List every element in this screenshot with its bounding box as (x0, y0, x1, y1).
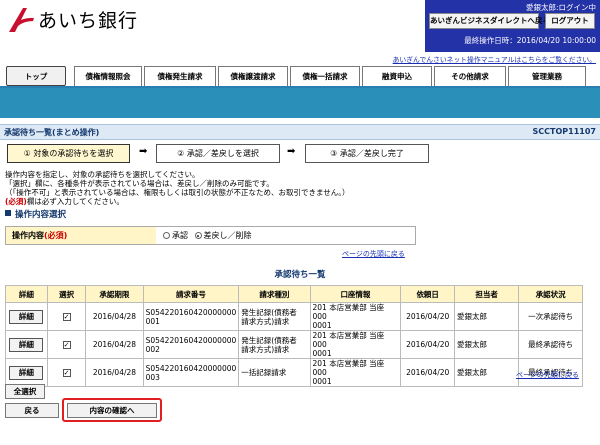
login-user: 愛銀太郎:ログイン中 (525, 3, 596, 12)
confirm-content-button[interactable]: 内容の確認へ (67, 403, 157, 418)
instruction-line: （「操作不可」と表示されている場合は、権限もしくは取引の状態が不正なため、お取引… (5, 188, 350, 197)
section-heading: 操作内容選択 (5, 208, 66, 220)
step-arrow-icon: ➡ (287, 146, 296, 157)
reject-radio[interactable] (194, 232, 202, 239)
detail-button[interactable]: 詳細 (9, 309, 44, 324)
detail-button[interactable]: 詳細 (9, 365, 44, 380)
column-header: 承認状況 (518, 285, 583, 303)
request-date-cell: 2016/04/20 (400, 302, 455, 331)
tab-claim-transfer[interactable]: 債権譲渡請求 (218, 66, 288, 86)
account-cell: 201 本店営業部 当座 000 0001 (309, 358, 402, 387)
table-row: 詳細 ✓ 2016/04/28 S054220160420000000 003 一… (5, 358, 583, 387)
request-date-cell: 2016/04/20 (400, 330, 455, 359)
approve-radio-label: 承認 (172, 231, 188, 240)
column-header: 承認期限 (85, 285, 144, 303)
last-operation: 最終操作日時：2016/04/20 10:00:00 (464, 36, 596, 45)
step-3: ③ 承認／差戻し完了 (305, 144, 429, 163)
account-cell: 201 本店営業部 当座 000 0001 (309, 302, 402, 331)
column-header: 口座情報 (309, 285, 402, 303)
screen-id: SCCTOP11107 (532, 127, 596, 136)
column-header: 担当者 (453, 285, 520, 303)
select-all-button[interactable]: 全選択 (5, 384, 45, 399)
account-cell: 201 本店営業部 当座 000 0001 (309, 330, 402, 359)
request-type-cell: 発生記録(債務者 請求方式)請求 (238, 330, 311, 359)
instruction-line: 「選択」欄に、各種条件が表示されている場合は、差戻し／削除のみ可能です。 (5, 179, 274, 188)
request-number-cell: S054220160420000000 003 (142, 358, 240, 387)
column-header: 請求番号 (142, 285, 240, 303)
header-user-panel: 愛銀太郎:ログイン中 あいぎんビジネスダイレクトへ戻る ログアウト 最終操作日時… (425, 0, 600, 52)
select-checkbox[interactable]: ✓ (62, 313, 71, 321)
operation-label: 操作内容(必須) (6, 227, 156, 244)
logout-button[interactable]: ログアウト (545, 13, 595, 29)
tab-loan-application[interactable]: 融資申込 (362, 66, 432, 86)
header-band (0, 88, 600, 118)
request-type-cell: 一括記録請求 (238, 358, 311, 387)
table-row: 詳細 ✓ 2016/04/28 S054220160420000000 002 発… (5, 330, 583, 359)
tab-other-requests[interactable]: その他請求 (434, 66, 506, 86)
column-header: 依頼日 (400, 285, 455, 303)
instruction-line: (必須)欄は必ず入力してください。 (5, 197, 124, 206)
page-title: 承認待ち一覧(まとめ操作) (4, 128, 100, 137)
column-header: 請求種別 (238, 285, 311, 303)
person-cell: 愛銀太郎 (453, 302, 520, 331)
request-type-cell: 発生記録(債務者 請求方式)請求 (238, 302, 311, 331)
tab-claim-inquiry[interactable]: 債権情報照会 (74, 66, 142, 86)
select-checkbox[interactable]: ✓ (62, 341, 71, 349)
page-title-bar: 承認待ち一覧(まとめ操作) SCCTOP11107 (0, 124, 600, 140)
instruction-line: 操作内容を指定し、対象の承認待ちを選択してください。 (5, 170, 200, 179)
list-title: 承認待ち一覧 (274, 270, 326, 280)
column-header: 詳細 (5, 285, 48, 303)
step-arrow-icon: ➡ (139, 146, 148, 157)
back-button[interactable]: 戻る (5, 403, 59, 418)
table-row: 詳細 ✓ 2016/04/28 S054220160420000000 001 発… (5, 302, 583, 331)
column-header: 選択 (46, 285, 87, 303)
table-header-row: 詳細 選択 承認期限 請求番号 請求種別 口座情報 依頼日 担当者 承認状況 (5, 285, 583, 303)
reject-radio-label: 差戻し／削除 (203, 231, 252, 240)
approval-table: 詳細 選択 承認期限 請求番号 請求種別 口座情報 依頼日 担当者 承認状況 詳… (5, 285, 583, 387)
approve-radio[interactable] (163, 232, 170, 239)
operation-row: 操作内容(必須) 承認 差戻し／削除 (5, 226, 416, 245)
page-top-link[interactable]: ページの先頭に戻る (516, 370, 579, 380)
step-2: ② 承認／差戻しを選択 (156, 144, 280, 163)
step-1: ① 対象の承認待ちを選択 (7, 144, 130, 163)
operation-options: 承認 差戻し／削除 (157, 227, 252, 244)
bank-logo-icon (9, 8, 34, 32)
request-number-cell: S054220160420000000 001 (142, 302, 240, 331)
tab-top[interactable]: トップ (6, 66, 66, 86)
manual-link[interactable]: あいぎんでんさいネット操作マニュアルはこちらをご覧ください。 (393, 54, 596, 64)
person-cell: 愛銀太郎 (453, 330, 520, 359)
deadline-cell: 2016/04/28 (85, 302, 144, 331)
page-top-link[interactable]: ページの先頭に戻る (342, 249, 405, 259)
tab-claim-issue[interactable]: 債権発生請求 (144, 66, 216, 86)
request-number-cell: S054220160420000000 002 (142, 330, 240, 359)
deadline-cell: 2016/04/28 (85, 330, 144, 359)
deadline-cell: 2016/04/28 (85, 358, 144, 387)
select-checkbox[interactable]: ✓ (62, 369, 71, 377)
tab-management[interactable]: 管理業務 (508, 66, 586, 86)
tab-claim-bulk[interactable]: 債権一括請求 (290, 66, 360, 86)
business-direct-button[interactable]: あいぎんビジネスダイレクトへ戻る (429, 13, 550, 29)
request-date-cell: 2016/04/20 (400, 358, 455, 387)
detail-button[interactable]: 詳細 (9, 337, 44, 352)
bank-name: あいち銀行 (38, 10, 139, 32)
square-bullet-icon (5, 210, 11, 216)
status-cell: 最終承認待ち (518, 330, 583, 359)
person-cell: 愛銀太郎 (453, 358, 520, 387)
status-cell: 一次承認待ち (518, 302, 583, 331)
